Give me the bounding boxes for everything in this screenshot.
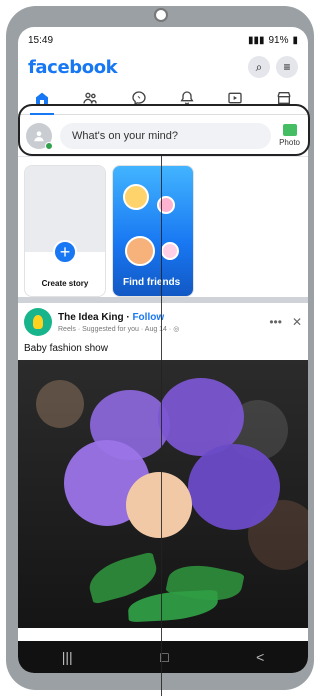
create-story-label: Create story (41, 279, 89, 288)
search-icon: ⌕ (255, 59, 263, 74)
signal-icon: ▮▮▮ (247, 34, 265, 46)
battery-percentage: 91% (268, 34, 289, 46)
plus-icon: + (53, 240, 77, 264)
friend-avatar-1 (123, 184, 149, 210)
baby-face (126, 472, 192, 538)
search-button[interactable]: ⌕ (248, 56, 270, 78)
globe-icon: ◎ (173, 325, 180, 333)
find-friends-card[interactable]: Find friends (112, 165, 194, 297)
post-image[interactable] (18, 360, 308, 628)
highlight-box (18, 104, 310, 156)
post-title-line: The Idea King · Follow (58, 312, 269, 323)
follow-link[interactable]: Follow (132, 312, 164, 323)
flower-petal-4 (188, 444, 280, 530)
more-options-icon[interactable]: ••• (269, 315, 282, 329)
menu-button[interactable]: ≡ (276, 56, 298, 78)
status-time: 15:49 (28, 34, 54, 46)
front-camera (154, 8, 168, 22)
page-avatar[interactable] (24, 308, 52, 336)
friend-avatar-2 (157, 196, 175, 214)
post-subline: Reels · Suggested for you · Aug 14 · ◎ (58, 325, 269, 333)
post-meta: The Idea King · Follow Reels · Suggested… (58, 312, 269, 333)
post-header: The Idea King · Follow Reels · Suggested… (18, 303, 308, 341)
post-subline-text: Reels · Suggested for you · Aug 14 · (58, 325, 174, 333)
menu-icon: ≡ (283, 60, 291, 74)
stories-row: + Create story Find friends (18, 157, 308, 303)
battery-icon: ▮ (292, 34, 298, 46)
post-actions: ••• ✕ (269, 315, 302, 329)
post-caption: Baby fashion show (24, 343, 108, 354)
leaf-3 (127, 589, 219, 623)
top-actions: ⌕ ≡ (248, 56, 298, 78)
find-friends-label: Find friends (123, 277, 181, 288)
friend-avatar-4 (161, 242, 179, 260)
status-right: ▮▮▮ 91% ▮ (248, 35, 298, 46)
lightbulb-icon (33, 315, 43, 329)
create-story-card[interactable]: + Create story (24, 165, 106, 297)
facebook-logo[interactable]: facebook (28, 57, 118, 78)
recent-apps-button[interactable]: ||| (62, 649, 73, 665)
background-bokeh-1 (36, 380, 84, 428)
highlight-line (161, 156, 162, 696)
top-bar: facebook ⌕ ≡ (18, 53, 308, 81)
system-navigation-bar: ||| □ < (18, 641, 308, 673)
friend-avatar-3 (125, 236, 155, 266)
back-button[interactable]: < (256, 649, 264, 665)
close-icon[interactable]: ✕ (292, 315, 302, 329)
status-bar: 15:49 ▮▮▮ 91% ▮ (18, 27, 308, 53)
page-name[interactable]: The Idea King (58, 312, 124, 323)
